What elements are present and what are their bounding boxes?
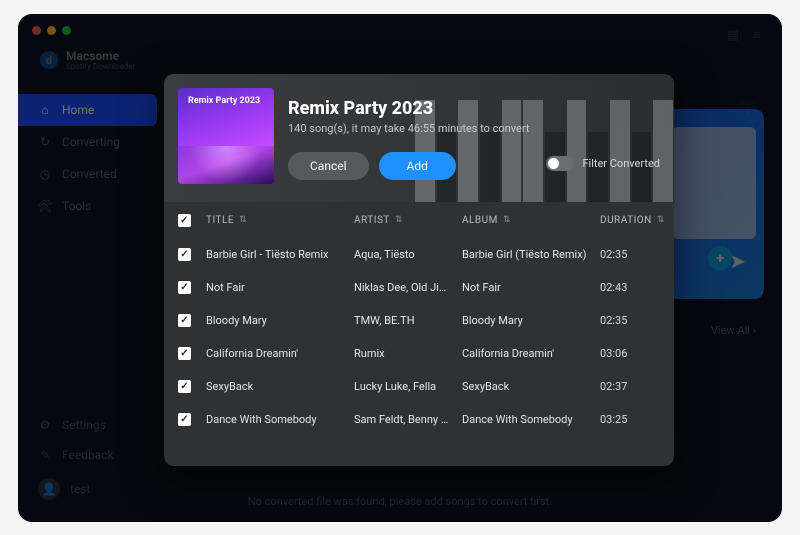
modal-title: Remix Party 2023 bbox=[288, 98, 433, 119]
cell-artist: Sam Feldt, Benny … bbox=[354, 413, 454, 426]
cell-title: Dance With Somebody bbox=[206, 413, 346, 426]
table-row[interactable]: ✓ Dance With Somebody Sam Feldt, Benny … Da… bbox=[178, 403, 660, 436]
modal-header: Remix Party 2023 Remix Party 2023 140 so… bbox=[164, 74, 674, 202]
row-checkbox[interactable]: ✓ bbox=[178, 380, 191, 393]
table-row[interactable]: ✓ California Dreamin' Rumix California Drea… bbox=[178, 337, 660, 370]
tracks-table: ✓ TITLE⇅ ARTIST⇅ ALBUM⇅ DURATION⇅ ✓ Barbi… bbox=[164, 202, 674, 466]
cell-album: Bloody Mary bbox=[462, 314, 592, 327]
sort-icon: ⇅ bbox=[657, 215, 665, 225]
cell-album: Not Fair bbox=[462, 281, 592, 294]
col-title[interactable]: TITLE⇅ bbox=[206, 215, 346, 226]
cell-duration: 02:37 bbox=[600, 380, 660, 393]
table-row[interactable]: ✓ Bloody Mary TMW, BE.TH Bloody Mary 02:35 bbox=[178, 304, 660, 337]
cell-album: SexyBack bbox=[462, 380, 592, 393]
cover-title: Remix Party 2023 bbox=[188, 96, 260, 106]
col-artist[interactable]: ARTIST⇅ bbox=[354, 215, 454, 226]
cell-album: Barbie Girl (Tiësto Remix) bbox=[462, 248, 592, 261]
cell-artist: Niklas Dee, Old Ji… bbox=[354, 281, 454, 294]
add-playlist-modal: Remix Party 2023 Remix Party 2023 140 so… bbox=[164, 74, 674, 466]
table-row[interactable]: ✓ Barbie Girl - Tiësto Remix Aqua, Tiësto B… bbox=[178, 238, 660, 271]
cell-duration: 03:06 bbox=[600, 347, 660, 360]
cell-artist: Rumix bbox=[354, 347, 454, 360]
cell-artist: TMW, BE.TH bbox=[354, 314, 454, 327]
cell-duration: 02:35 bbox=[600, 248, 660, 261]
cell-title: Bloody Mary bbox=[206, 314, 346, 327]
sort-icon: ⇅ bbox=[239, 215, 247, 225]
piano-background bbox=[414, 74, 674, 202]
add-button[interactable]: Add bbox=[379, 152, 456, 180]
cell-album: Dance With Somebody bbox=[462, 413, 592, 426]
row-checkbox[interactable]: ✓ bbox=[178, 281, 191, 294]
cell-title: California Dreamin' bbox=[206, 347, 346, 360]
cell-artist: Lucky Luke, Fella bbox=[354, 380, 454, 393]
cell-duration: 02:35 bbox=[600, 314, 660, 327]
col-duration[interactable]: DURATION⇅ bbox=[600, 215, 660, 226]
row-checkbox[interactable]: ✓ bbox=[178, 248, 191, 261]
col-album[interactable]: ALBUM⇅ bbox=[462, 215, 592, 226]
sort-icon: ⇅ bbox=[503, 215, 511, 225]
cell-title: SexyBack bbox=[206, 380, 346, 393]
app-window: ▦ ≡ d Macsome Spotify Downloader ⌂ Home … bbox=[18, 14, 782, 522]
cell-duration: 03:25 bbox=[600, 413, 660, 426]
cell-title: Not Fair bbox=[206, 281, 346, 294]
playlist-cover: Remix Party 2023 bbox=[178, 88, 274, 184]
table-row[interactable]: ✓ Not Fair Niklas Dee, Old Ji… Not Fair 02:4… bbox=[178, 271, 660, 304]
modal-subtitle: 140 song(s), it may take 46:55 minutes t… bbox=[288, 122, 529, 135]
row-checkbox[interactable]: ✓ bbox=[178, 347, 191, 360]
cell-duration: 02:43 bbox=[600, 281, 660, 294]
filter-converted-label: Filter Converted bbox=[582, 157, 660, 170]
cancel-button[interactable]: Cancel bbox=[288, 152, 369, 180]
sort-icon: ⇅ bbox=[395, 215, 403, 225]
cell-album: California Dreamin' bbox=[462, 347, 592, 360]
select-all-checkbox[interactable]: ✓ bbox=[178, 214, 191, 227]
table-row[interactable]: ✓ SexyBack Lucky Luke, Fella SexyBack 02:37 bbox=[178, 370, 660, 403]
filter-converted-toggle[interactable] bbox=[546, 156, 574, 171]
table-header: ✓ TITLE⇅ ARTIST⇅ ALBUM⇅ DURATION⇅ bbox=[178, 202, 660, 238]
row-checkbox[interactable]: ✓ bbox=[178, 413, 191, 426]
cell-title: Barbie Girl - Tiësto Remix bbox=[206, 248, 346, 261]
cell-artist: Aqua, Tiësto bbox=[354, 248, 454, 261]
row-checkbox[interactable]: ✓ bbox=[178, 314, 191, 327]
